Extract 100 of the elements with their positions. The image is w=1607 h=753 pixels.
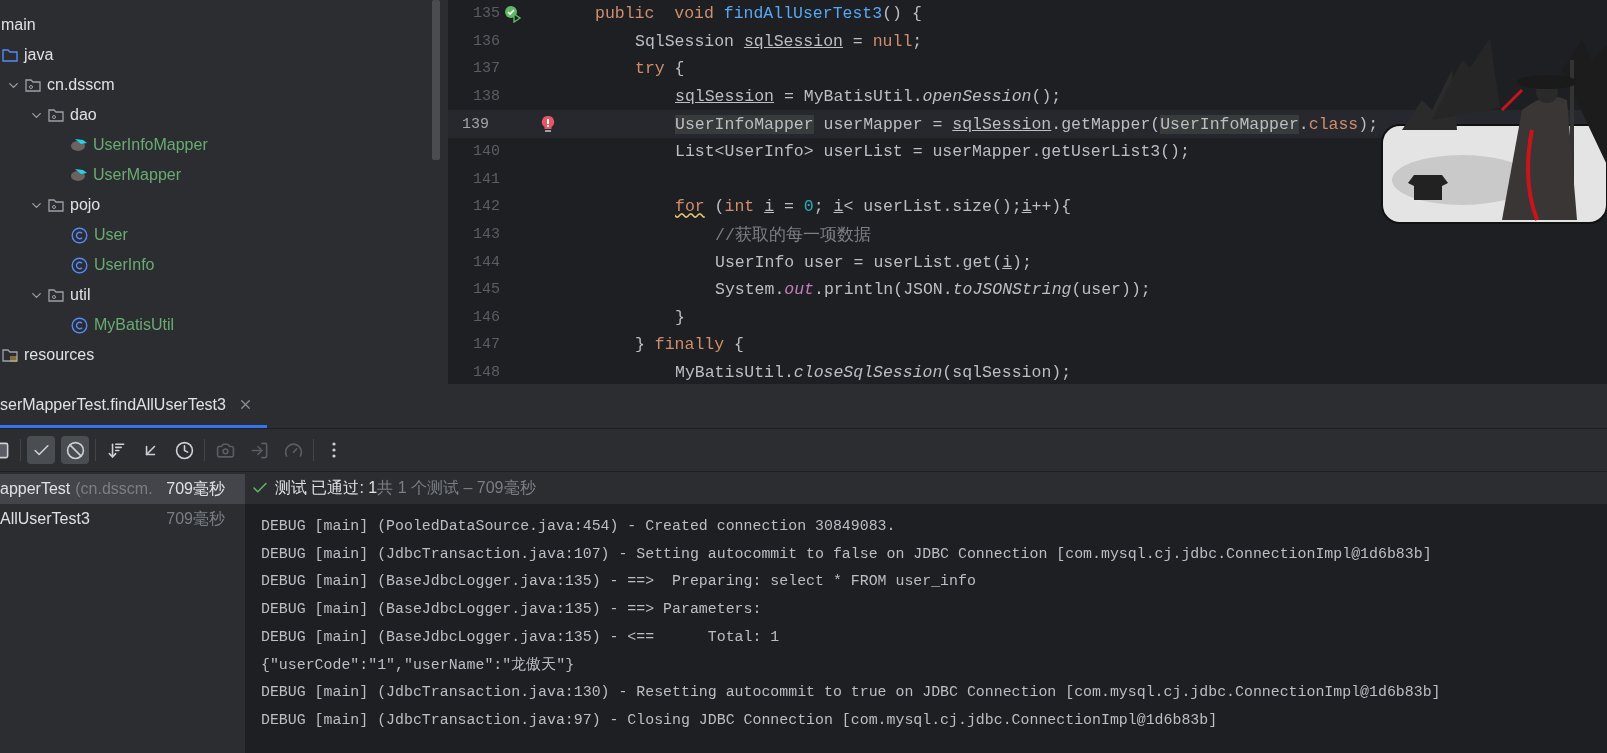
line-number: 138 <box>472 88 500 106</box>
keyword: int <box>724 197 756 217</box>
method-call: closeSqlSession <box>793 363 943 382</box>
line-number: 144 <box>472 253 500 271</box>
line-number: 137 <box>472 60 500 78</box>
line-number: 141 <box>472 170 500 188</box>
variable-name: i <box>833 197 844 217</box>
tree-item[interactable]: User <box>94 226 128 244</box>
code-text: } <box>675 307 685 327</box>
sort-icon <box>106 440 126 460</box>
highlighted-usage: UserInfoMapper <box>1160 114 1299 134</box>
bird-icon <box>71 139 87 151</box>
code-text: ); <box>1012 252 1032 272</box>
test-name: apperTest <box>0 480 71 497</box>
keyword: class <box>1308 114 1359 134</box>
tree-item[interactable]: UserMapper <box>93 166 182 184</box>
method-name: findAllUserTest3 <box>722 4 883 24</box>
keyword: null <box>872 31 913 51</box>
code-text: (user)); <box>1071 280 1151 300</box>
console-line: DEBUG [main] (PooledDataSource.java:454) - Created connection 30849083. <box>261 516 897 536</box>
folder-icon <box>2 48 18 62</box>
console-line: DEBUG [main] (JdbcTransaction.java:97) - Closing JDBC Connection [com.mysql.cj.jdbc.ConnectionImpl@1d6b83b] <box>261 710 1219 730</box>
tree-item[interactable]: cn.dsscm <box>47 76 115 94</box>
test-row[interactable]: AllUserTest3 709毫秒 <box>0 504 245 534</box>
package-icon <box>48 288 64 302</box>
code-text: UserInfo user = userList.get( <box>715 252 1003 272</box>
code-text: { <box>733 335 744 355</box>
code-text: System. <box>715 280 785 300</box>
line-number: 146 <box>472 308 500 326</box>
test-duration: 709毫秒 <box>166 478 225 499</box>
keyword: for <box>675 197 705 217</box>
tree-item[interactable]: main <box>1 16 36 34</box>
package-icon <box>48 198 64 212</box>
test-name: AllUserTest3 <box>0 510 90 527</box>
code-text: = <box>782 197 795 217</box>
code-text: ++){ <box>1031 197 1072 217</box>
variable-name: sqlSession <box>952 114 1052 134</box>
run-check-icon[interactable] <box>504 4 522 23</box>
code-text: .getMapper( <box>1051 114 1161 134</box>
code-text: (); <box>1031 87 1062 107</box>
variable-name: sqlSession <box>743 31 843 51</box>
line-number: 145 <box>472 281 500 299</box>
test-row[interactable]: apperTest (cn.dsscm. 709毫秒 <box>0 474 245 504</box>
variable-name: i <box>764 197 775 217</box>
code-text: () { <box>882 4 922 24</box>
package-icon <box>48 108 64 122</box>
run-tab[interactable]: serMapperTest.findAllUserTest3 <box>0 384 267 428</box>
line-number: 142 <box>472 198 500 216</box>
ban-icon <box>65 440 85 460</box>
show-passed-toggle[interactable] <box>27 436 55 464</box>
code-text: List<UserInfo> userList = userMapper.getUserList3(); <box>675 142 1190 162</box>
line-number: 143 <box>472 226 500 244</box>
code-text: < userList.size(); <box>843 197 1022 217</box>
code-text: ( <box>713 197 725 217</box>
bird-icon <box>71 169 87 181</box>
tree-item[interactable]: pojo <box>70 196 101 214</box>
code-text: = <box>851 31 864 51</box>
code-text: } <box>635 335 646 355</box>
show-ignored-toggle[interactable] <box>61 436 89 464</box>
code-text: SqlSession <box>635 31 736 51</box>
line-number: 136 <box>472 32 500 50</box>
code-text: (sqlSession); <box>942 363 1072 382</box>
test-duration: 709毫秒 <box>166 508 225 529</box>
resources-folder-icon <box>2 348 18 362</box>
code-text: ; <box>912 31 923 51</box>
variable-name: sqlSession <box>675 87 775 107</box>
more-icon <box>332 442 336 458</box>
keyword: void <box>673 4 714 24</box>
camera-icon <box>215 440 235 460</box>
gauge-icon <box>283 440 303 460</box>
code-text: ); <box>1358 114 1379 134</box>
variable-name: i <box>1002 252 1013 272</box>
tree-item[interactable]: MyBatisUtil <box>94 316 174 334</box>
line-number: 140 <box>472 143 500 161</box>
package-icon <box>25 78 41 92</box>
tree-item[interactable]: java <box>24 46 54 64</box>
method-call: toJSONString <box>952 280 1072 300</box>
clock-icon <box>174 440 194 460</box>
tree-item[interactable]: dao <box>70 106 97 124</box>
code-text: . <box>1298 114 1309 134</box>
keyword: public <box>595 4 655 24</box>
code-text: ; <box>813 197 825 217</box>
method-call: openSession <box>922 87 1032 107</box>
tree-item[interactable]: UserInfo <box>94 256 155 274</box>
enter-icon <box>249 440 269 460</box>
line-number: 135 <box>472 5 500 23</box>
tree-item[interactable]: util <box>70 286 91 304</box>
test-summary: 共 1 个测试 – 709毫秒 <box>377 477 536 498</box>
line-number: 148 <box>472 364 500 381</box>
console-line: DEBUG [main] (JdbcTransaction.java:130) - Resetting autocommit to true on JDBC Connection [com.mysql.cj.jdbc.ConnectionImpl@1d6b83b] <box>261 682 1442 702</box>
code-comment: //获取的每一项数据 <box>715 224 871 246</box>
test-package: (cn.dsscm. <box>75 480 153 497</box>
tree-item[interactable]: UserInfoMapper <box>93 136 208 154</box>
variable-name: i <box>1021 197 1032 217</box>
error-bulb-icon[interactable] <box>541 115 555 134</box>
code-text: = MyBatisUtil. <box>782 87 923 107</box>
scrollbar[interactable] <box>432 0 440 160</box>
console-line: DEBUG [main] (JdbcTransaction.java:107) - Setting autocommit to false on JDBC Connection [com.mysql.cj.jdbc.ConnectionImpl@1d6b83b] <box>261 544 1433 564</box>
console-line: DEBUG [main] (BaseJdbcLogger.java:135) - ==> Preparing: select * FROM user_info <box>261 572 977 592</box>
tree-item[interactable]: resources <box>24 346 95 364</box>
